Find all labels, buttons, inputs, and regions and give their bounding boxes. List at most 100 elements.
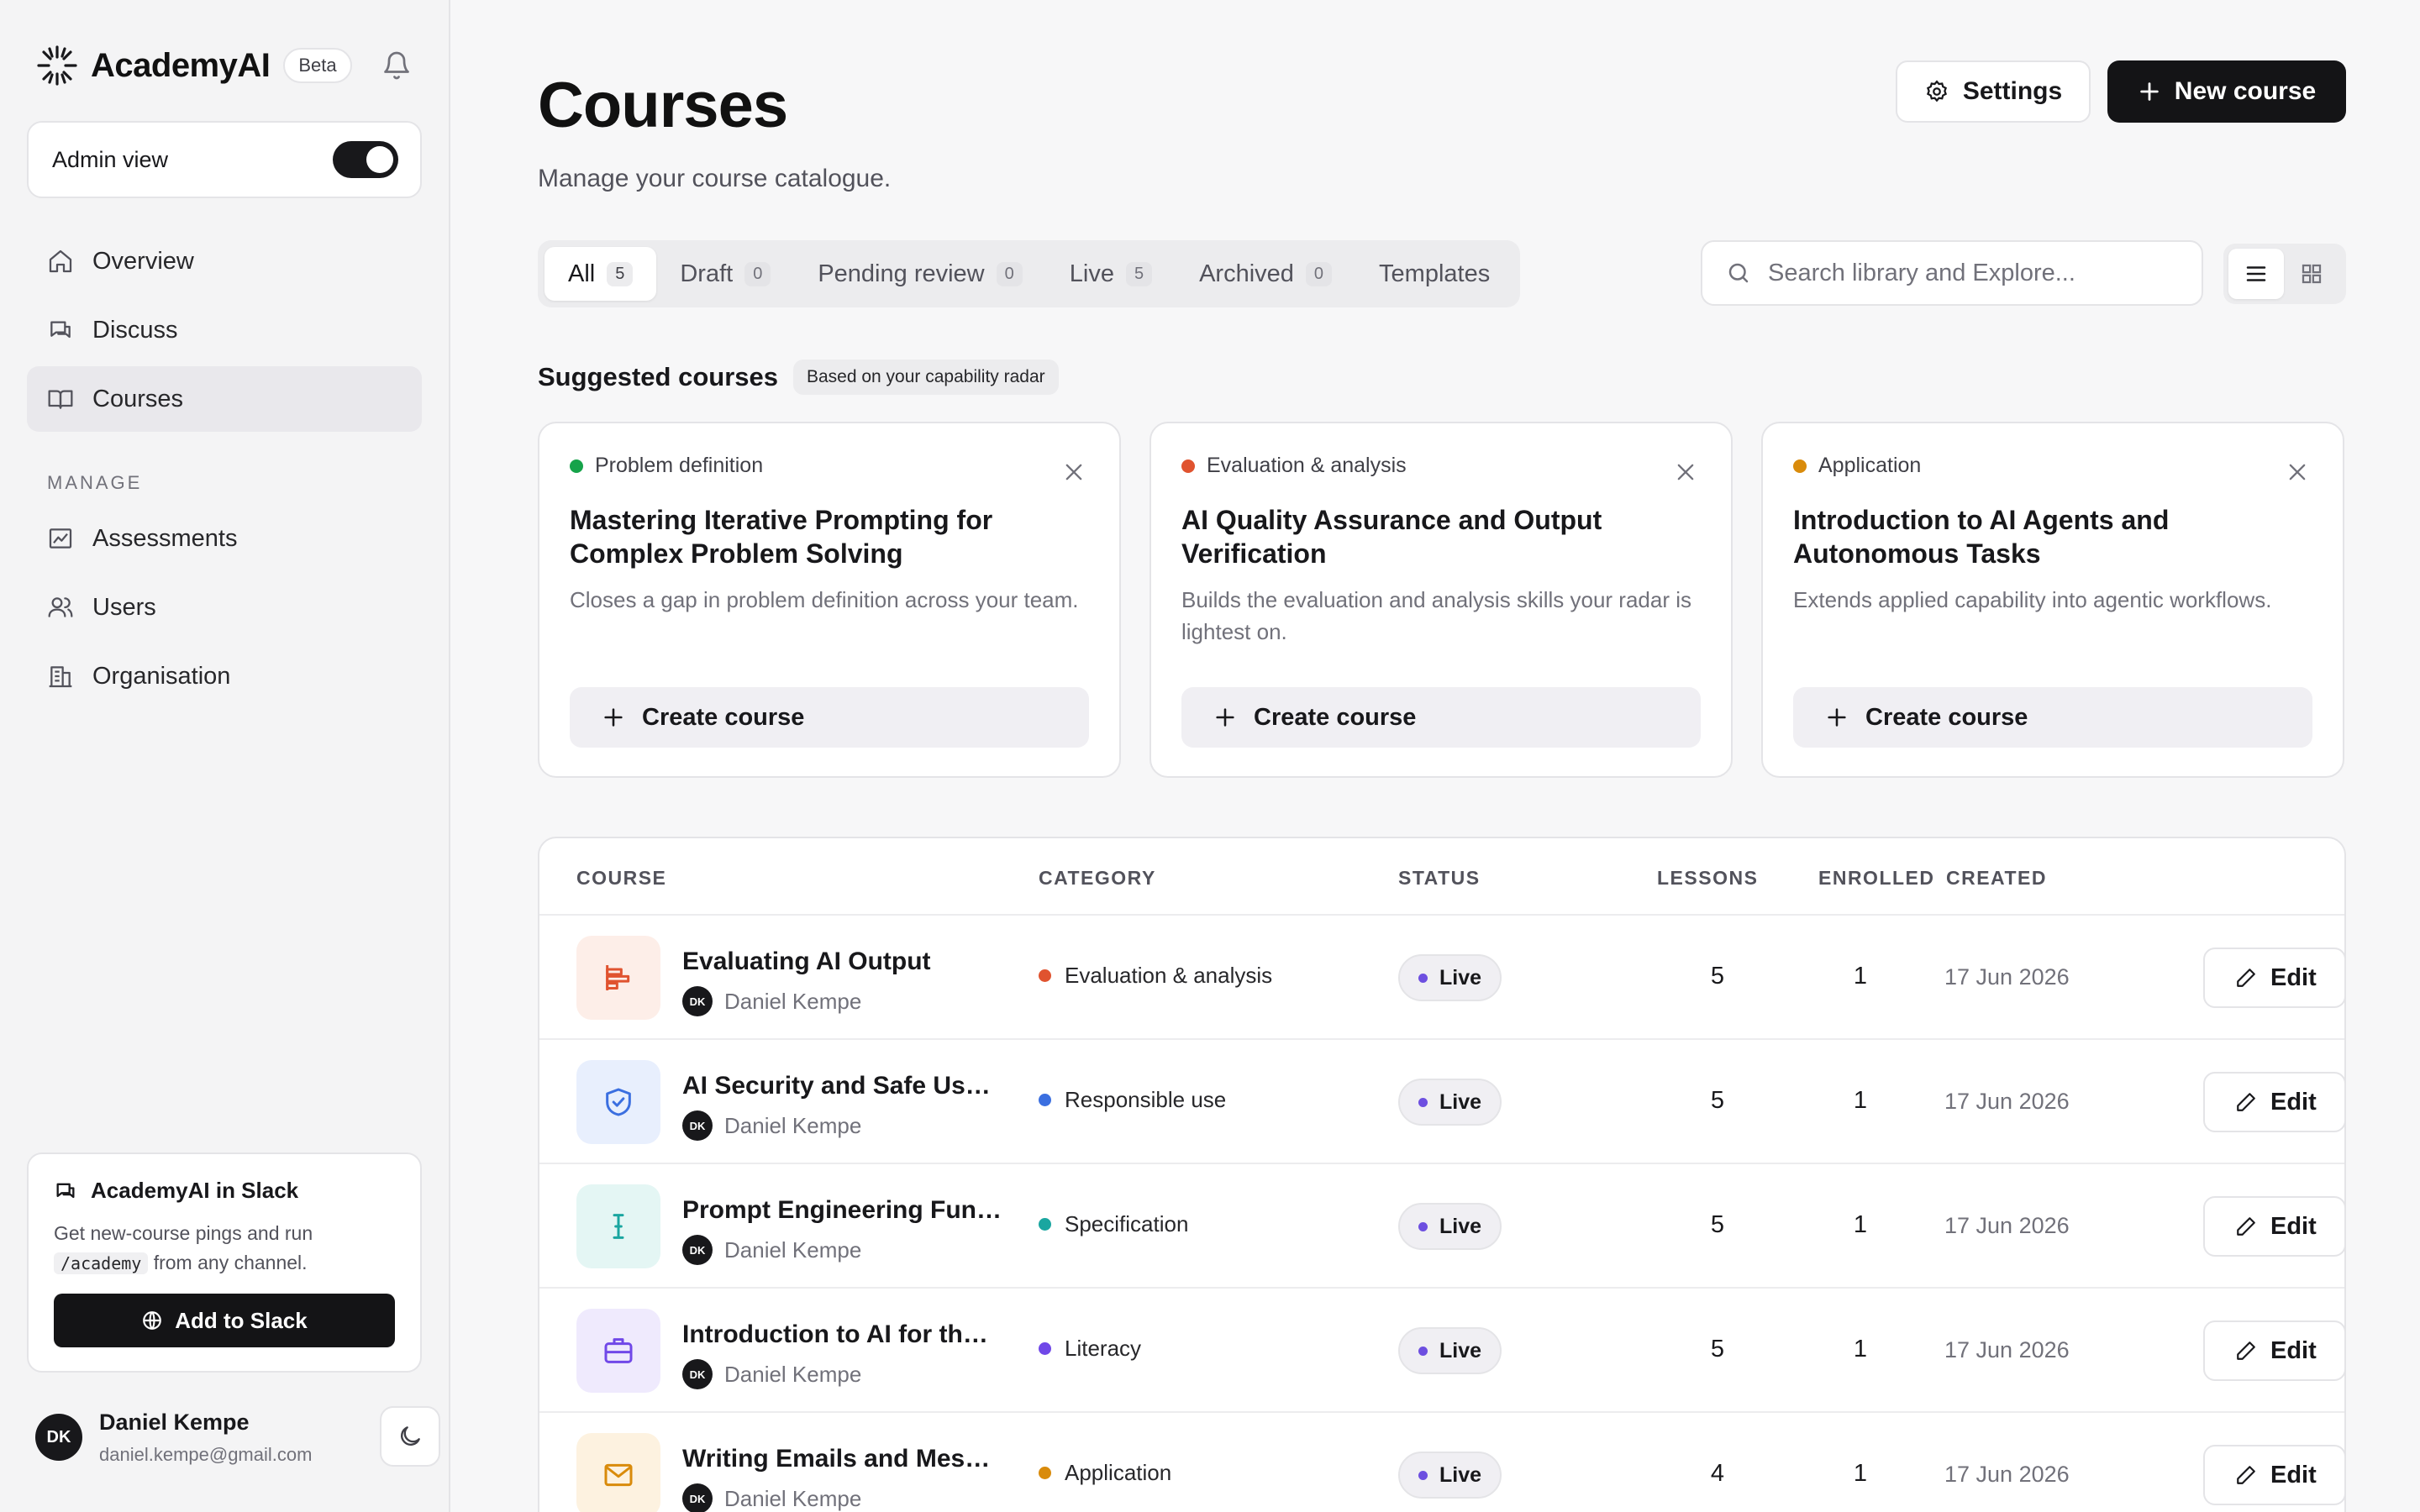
avatar: DK bbox=[682, 986, 713, 1016]
avatar: DK bbox=[682, 1483, 713, 1512]
table-row[interactable]: Writing Emails and Messages with AI DK Da… bbox=[539, 1413, 2344, 1512]
status-dot bbox=[1418, 1221, 1428, 1231]
courses-table: COURSE CATEGORY STATUS LESSONS ENROLLED … bbox=[538, 837, 2346, 1512]
enrolled-count: 1 bbox=[1853, 1336, 1867, 1362]
column-header-category[interactable]: CATEGORY bbox=[1039, 867, 1156, 890]
suggested-title: Suggested courses bbox=[538, 362, 778, 391]
course-author: DK Daniel Kempe bbox=[682, 1235, 861, 1265]
created-date: 17 Jun 2026 bbox=[1944, 1337, 2070, 1362]
briefcase-icon bbox=[604, 1338, 633, 1363]
user-email: daniel.kempe@gmail.com bbox=[99, 1443, 313, 1465]
suggested-cards: Problem definition Mastering Iterative P… bbox=[538, 422, 2346, 778]
create-course-label: Create course bbox=[1865, 703, 2028, 731]
search-input[interactable] bbox=[1768, 259, 2171, 287]
page-subtitle: Manage your course catalogue. bbox=[538, 165, 892, 192]
edit-button[interactable]: Edit bbox=[2203, 1196, 2344, 1257]
edit-button[interactable]: Edit bbox=[2203, 948, 2344, 1008]
user-profile[interactable]: DK Daniel Kempe daniel.kempe@gmail.com bbox=[35, 1403, 440, 1472]
shield-check-icon bbox=[606, 1088, 631, 1116]
tab-pending-review[interactable]: Pending review 0 bbox=[794, 247, 1045, 301]
close-icon[interactable] bbox=[1674, 460, 1697, 484]
pencil-icon bbox=[2237, 1341, 2255, 1360]
category-dot bbox=[1181, 459, 1195, 473]
tab-live[interactable]: Live 5 bbox=[1046, 247, 1176, 301]
tab-label: Archived bbox=[1199, 260, 1294, 287]
course-name[interactable]: AI Security and Safe Use at Work bbox=[682, 1072, 1002, 1100]
sidebar-item-organisation[interactable]: Organisation bbox=[27, 643, 422, 709]
suggestion-card: Evaluation & analysis AI Quality Assuran… bbox=[1150, 422, 1733, 778]
table-row[interactable]: AI Security and Safe Use at Work DK Danie… bbox=[539, 1040, 2344, 1164]
column-header-status[interactable]: STATUS bbox=[1398, 867, 1481, 890]
card-title: Introduction to AI Agents and Autonomous… bbox=[1793, 505, 2170, 569]
table-row[interactable]: Evaluating AI Output DK Daniel Kempe Eval… bbox=[539, 916, 2344, 1040]
tab-templates[interactable]: Templates bbox=[1355, 247, 1513, 301]
column-header-lessons[interactable]: LESSONS bbox=[1657, 867, 1758, 890]
bell-icon[interactable] bbox=[381, 50, 412, 81]
course-name[interactable]: Prompt Engineering Fundamentals bbox=[682, 1196, 1002, 1225]
avatar: DK bbox=[682, 1110, 713, 1141]
category-label: Specification bbox=[1065, 1211, 1189, 1236]
sidebar-item-label: Users bbox=[92, 593, 156, 621]
sidebar-item-overview[interactable]: Overview bbox=[27, 228, 422, 294]
slack-description: Get new-course pings and run /academy fr… bbox=[54, 1219, 395, 1278]
table-row[interactable]: Introduction to AI for the Workplace DKD… bbox=[539, 1289, 2344, 1413]
tab-draft[interactable]: Draft 0 bbox=[656, 247, 794, 301]
course-name[interactable]: Evaluating AI Output bbox=[682, 948, 1002, 976]
course-name[interactable]: Introduction to AI for the Workplace bbox=[682, 1320, 1002, 1349]
chat-icon bbox=[50, 321, 71, 339]
tab-archived[interactable]: Archived 0 bbox=[1176, 247, 1355, 301]
sidebar-item-discuss[interactable]: Discuss bbox=[27, 297, 422, 363]
lessons-count: 5 bbox=[1710, 1336, 1724, 1362]
new-course-button[interactable]: New course bbox=[2107, 60, 2346, 123]
edit-label: Edit bbox=[2270, 1461, 2317, 1488]
tab-count: 0 bbox=[744, 261, 771, 286]
course-thumbnail bbox=[576, 1433, 660, 1512]
grid-view-button[interactable] bbox=[2284, 249, 2339, 299]
user-name: Daniel Kempe bbox=[99, 1409, 250, 1435]
tab-all[interactable]: All 5 bbox=[544, 247, 657, 301]
chat-icon bbox=[56, 1183, 75, 1198]
column-header-enrolled[interactable]: ENROLLED bbox=[1818, 867, 1935, 890]
admin-view-toggle[interactable] bbox=[333, 141, 398, 178]
sidebar-item-users[interactable]: Users bbox=[27, 575, 422, 640]
sidebar-item-assessments[interactable]: Assessments bbox=[27, 506, 422, 571]
created-date: 17 Jun 2026 bbox=[1944, 1089, 2070, 1114]
list-view-button[interactable] bbox=[2228, 249, 2284, 299]
edit-button[interactable]: Edit bbox=[2203, 1072, 2344, 1132]
close-icon[interactable] bbox=[2286, 460, 2309, 484]
create-course-button[interactable]: Create course bbox=[570, 687, 1089, 748]
page-title: Courses bbox=[538, 70, 788, 141]
author-name: Daniel Kempe bbox=[724, 988, 862, 1014]
avatar: DK bbox=[682, 1359, 713, 1389]
theme-toggle-button[interactable] bbox=[380, 1406, 440, 1467]
tab-count: 0 bbox=[1305, 261, 1333, 286]
table-row[interactable]: Prompt Engineering Fundamentals DK Daniel… bbox=[539, 1164, 2344, 1289]
plus-icon bbox=[604, 708, 623, 727]
add-to-slack-button[interactable]: Add to Slack bbox=[54, 1294, 395, 1347]
sidebar-item-courses[interactable]: Courses bbox=[27, 366, 422, 432]
course-author: DK Daniel Kempe bbox=[682, 1483, 861, 1512]
brand[interactable]: AcademyAI Beta bbox=[35, 42, 352, 89]
globe-icon bbox=[143, 1311, 162, 1330]
category-dot bbox=[1793, 459, 1807, 473]
close-icon[interactable] bbox=[1062, 460, 1086, 484]
create-course-button[interactable]: Create course bbox=[1793, 687, 2312, 748]
book-icon bbox=[48, 390, 73, 409]
create-course-button[interactable]: Create course bbox=[1181, 687, 1701, 748]
lessons-count: 5 bbox=[1710, 1087, 1724, 1114]
column-header-course[interactable]: COURSE bbox=[576, 867, 666, 890]
category-cell: Specification bbox=[1039, 1211, 1188, 1237]
text-cursor-icon bbox=[613, 1214, 624, 1239]
category-label: Evaluation & analysis bbox=[1207, 454, 1407, 477]
course-name[interactable]: Writing Emails and Messages with AI bbox=[682, 1445, 1002, 1473]
edit-button[interactable]: Edit bbox=[2203, 1320, 2344, 1381]
moon-icon bbox=[401, 1426, 420, 1446]
column-header-created[interactable]: CREATED bbox=[1946, 867, 2047, 890]
settings-button[interactable]: Settings bbox=[1896, 60, 2091, 123]
edit-button[interactable]: Edit bbox=[2203, 1445, 2344, 1505]
edit-label: Edit bbox=[2270, 1088, 2317, 1116]
sidebar-item-label: Discuss bbox=[92, 316, 178, 344]
course-thumbnail bbox=[576, 936, 660, 1020]
create-course-label: Create course bbox=[1254, 703, 1417, 731]
course-thumbnail bbox=[576, 1060, 660, 1144]
